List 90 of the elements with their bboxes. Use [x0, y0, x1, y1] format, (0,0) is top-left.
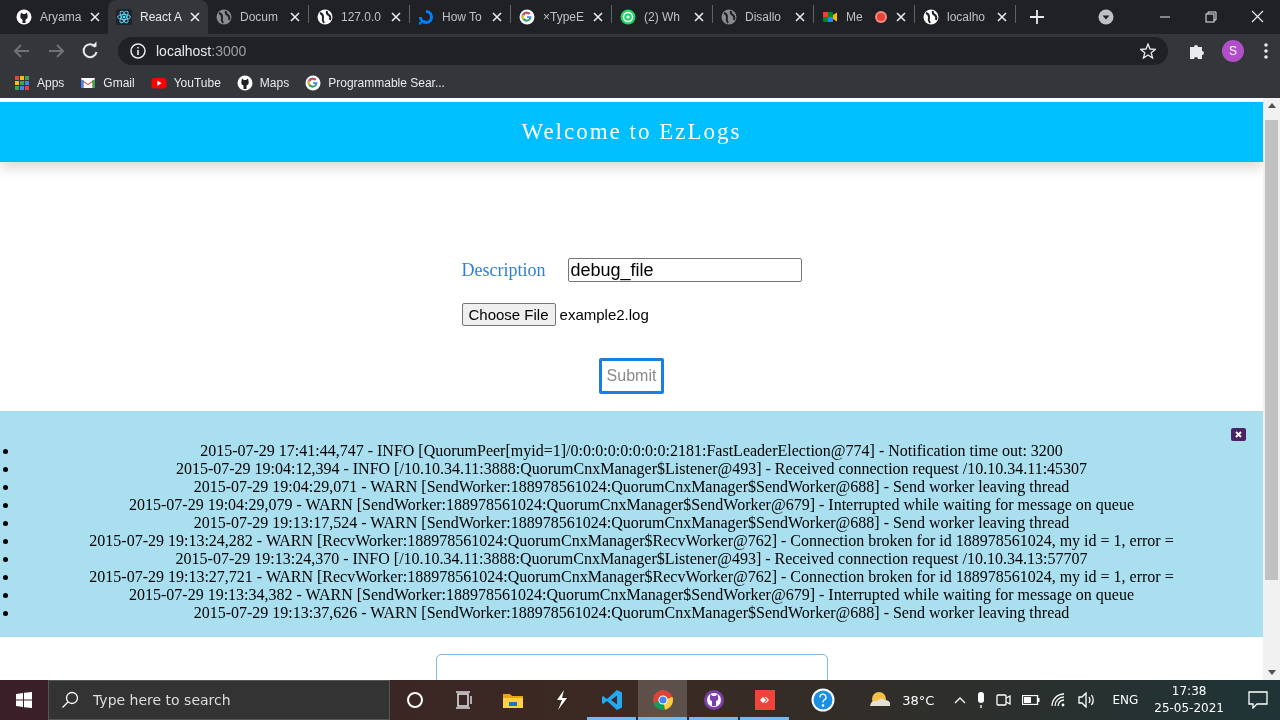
log-line: 2015-07-29 19:13:24,370 - INFO [/10.10.34.11:3888:QuorumCnxManager$Listener@493] - Received connection request /10.10.34.13:57707	[174, 550, 1089, 568]
battery-icon	[1022, 695, 1041, 705]
scroll-up-icon[interactable]	[1267, 102, 1276, 108]
browser-tab[interactable]: Me	[814, 4, 914, 30]
video-camera-icon	[822, 9, 838, 25]
bookmark[interactable]: YouTube	[150, 75, 221, 91]
close-icon[interactable]	[290, 12, 300, 22]
bullet-icon	[3, 574, 8, 580]
bookmark[interactable]: Maps	[236, 75, 290, 91]
camera-icon[interactable]	[996, 693, 1013, 707]
cat-icon	[236, 75, 253, 91]
windows-logo-icon	[16, 692, 32, 708]
globe-icon	[317, 9, 333, 25]
close-icon[interactable]	[593, 12, 603, 22]
dropdown-icon[interactable]	[1098, 9, 1114, 25]
close-icon[interactable]	[90, 12, 100, 22]
address-bar[interactable]: localhost:3000	[118, 37, 1168, 65]
browser-tab[interactable]: React A	[108, 0, 208, 34]
browser-tab[interactable]: Aryama	[8, 4, 108, 30]
file-name: example2.log	[559, 306, 649, 323]
g-logo-icon	[305, 75, 322, 91]
puzzle-icon[interactable]	[1188, 42, 1206, 60]
bullet-icon	[3, 502, 8, 508]
log-line: 2015-07-29 19:04:12,394 - INFO [/10.10.34.11:3888:QuorumCnxManager$Listener@493] - Received connection request /10.10.34.11:45307	[174, 460, 1089, 478]
log-line: 2015-07-29 17:41:44,747 - INFO [QuorumPeer[myid=1]/0:0:0:0:0:0:0:0:2181:FastLeaderElection@774] - Notification time out: 3200	[199, 442, 1064, 460]
play-icon	[150, 75, 167, 91]
info-icon[interactable]	[130, 43, 146, 59]
globe-icon	[923, 9, 939, 25]
log-line: 2015-07-29 19:04:29,079 - WARN [SendWorker:188978561024:QuorumCnxManager$SendWorker@679] - Interrupted while waiting for message on queue	[128, 496, 1135, 514]
submit-button[interactable]: Submit	[598, 358, 665, 394]
field-label: Description	[461, 259, 547, 281]
star-icon[interactable]	[1140, 43, 1156, 59]
bullet-icon	[3, 592, 8, 598]
close-icon[interactable]	[694, 12, 704, 22]
log-line: 2015-07-29 19:13:17,524 - WARN [SendWorker:188978561024:QuorumCnxManager$SendWorker@688] - Send worker leaving thread	[192, 514, 1071, 532]
close-icon[interactable]	[492, 12, 502, 22]
close-icon[interactable]	[896, 12, 906, 22]
scrollbar-thumb[interactable]	[1265, 120, 1278, 580]
envelope-icon	[80, 75, 97, 91]
scroll-down-icon[interactable]	[1267, 670, 1276, 676]
g-logo-icon	[519, 9, 535, 25]
globe-icon	[216, 9, 232, 25]
help-icon[interactable]	[810, 687, 837, 713]
close-icon[interactable]	[190, 12, 200, 22]
browser-tab[interactable]: Docum	[208, 4, 308, 30]
close-button[interactable]	[1231, 428, 1246, 441]
bookmark[interactable]: Programmable Sear...	[305, 75, 445, 91]
search-field[interactable]: Type here to search	[48, 680, 390, 720]
browser-tab[interactable]: 127.0.0	[309, 4, 409, 30]
close-icon[interactable]	[391, 12, 401, 22]
log-line: 2015-07-29 19:04:29,071 - WARN [SendWorker:188978561024:QuorumCnxManager$SendWorker@688] - Send worker leaving thread	[192, 478, 1071, 496]
grid-icon	[14, 75, 30, 91]
close-icon	[1235, 431, 1242, 438]
search-icon	[61, 691, 79, 709]
speaker-icon[interactable]	[1078, 692, 1097, 708]
globe-icon	[721, 9, 737, 25]
temperature: 38°C	[902, 692, 935, 708]
browser-tab[interactable]: ×TypeE	[511, 4, 611, 30]
profile-avatar[interactable]: S	[1222, 40, 1244, 62]
notification-icon[interactable]	[1248, 691, 1268, 709]
bullet-icon	[3, 610, 8, 616]
browser-tab[interactable]: (2) Wh	[612, 4, 712, 30]
browser-tab[interactable]: How To	[410, 4, 510, 30]
log-line: 2015-07-29 19:13:27,721 - WARN [RecvWorker:188978561024:QuorumCnxManager$RecvWorker@762] - Connection broken for id 188978561024, my id = 1, error =	[88, 568, 1175, 586]
swirl-icon	[418, 9, 434, 25]
choose-file-button[interactable]: Choose File	[461, 303, 556, 326]
log-line: 2015-07-29 19:13:24,282 - WARN [RecvWorker:188978561024:QuorumCnxManager$RecvWorker@762] - Connection broken for id 188978561024, my id = 1, error =	[88, 532, 1175, 550]
bookmark[interactable]: Gmail	[80, 75, 135, 91]
close-icon[interactable]	[997, 12, 1007, 22]
browser-tab[interactable]: Disallo	[713, 4, 813, 30]
new-tab-icon[interactable]	[1030, 10, 1044, 24]
log-line: 2015-07-29 19:13:37,626 - WARN [SendWorker:188978561024:QuorumCnxManager$SendWorker@688] - Send worker leaving thread	[192, 604, 1071, 622]
browser-tab[interactable]: localho	[915, 4, 1015, 30]
log-line: 2015-07-29 19:13:34,382 - WARN [SendWorker:188978561024:QuorumCnxManager$SendWorker@679] - Interrupted while waiting for message on queue	[128, 586, 1135, 604]
language-indicator[interactable]: ENG	[1112, 693, 1139, 707]
bullet-icon	[3, 556, 8, 562]
close-icon[interactable]	[795, 12, 805, 22]
page-title: Welcome to EzLogs	[521, 119, 742, 145]
bullet-icon	[3, 484, 8, 490]
description-field[interactable]: debug_file	[567, 258, 802, 282]
microphone-icon[interactable]	[976, 691, 987, 709]
chevron-up-icon[interactable]	[954, 696, 967, 704]
bookmark[interactable]: Apps	[14, 75, 65, 91]
clock[interactable]: 17:38 25-05-2021	[1154, 683, 1224, 717]
bullet-icon	[3, 520, 8, 526]
bullet-icon	[3, 448, 8, 454]
bullet-icon	[3, 466, 8, 472]
bullet-icon	[3, 538, 8, 544]
atom-icon	[116, 9, 132, 25]
cat-icon	[16, 9, 32, 25]
